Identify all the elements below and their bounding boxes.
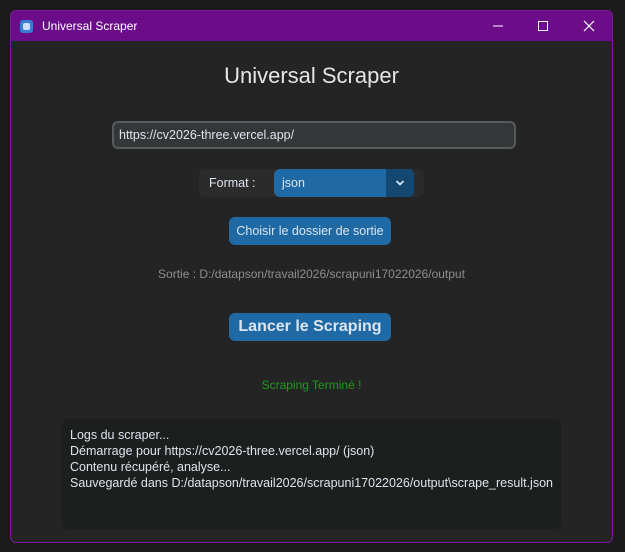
title-bar[interactable]: Universal Scraper: [11, 11, 612, 41]
log-line: Démarrage pour https://cv2026-three.verc…: [70, 444, 375, 458]
format-dropdown[interactable]: json: [274, 169, 414, 197]
logs-textbox[interactable]: Logs du scraper... Démarrage pour https:…: [62, 419, 561, 529]
format-row: Format : json: [199, 169, 424, 197]
log-line: Logs du scraper...: [70, 428, 170, 442]
app-window: Universal Scraper Universal Scraper Form…: [10, 10, 613, 543]
output-path-label: Sortie : D:/datapson/travail2026/scrapun…: [158, 267, 465, 281]
launch-scraping-button[interactable]: Lancer le Scraping: [229, 313, 391, 341]
format-selected-value: json: [282, 176, 305, 190]
page-title: Universal Scraper: [224, 63, 399, 88]
minimize-icon: [493, 25, 503, 27]
status-label: Scraping Terminé !: [261, 378, 362, 392]
close-button[interactable]: [566, 11, 612, 41]
logs-content: Logs du scraper... Démarrage pour https:…: [70, 427, 558, 491]
format-label: Format :: [209, 176, 256, 190]
window-title: Universal Scraper: [42, 19, 138, 33]
app-icon: [20, 19, 33, 33]
log-line: Contenu récupéré, analyse...: [70, 460, 231, 474]
maximize-button[interactable]: [520, 11, 566, 41]
minimize-button[interactable]: [475, 11, 521, 41]
log-line: Sauvegardé dans D:/datapson/travail2026/…: [70, 476, 553, 490]
choose-output-folder-button[interactable]: Choisir le dossier de sortie: [229, 217, 391, 245]
maximize-icon: [538, 21, 548, 31]
url-input[interactable]: [112, 121, 516, 149]
close-icon: [583, 20, 595, 32]
dropdown-arrow-button[interactable]: [386, 169, 414, 197]
chevron-down-icon: [395, 180, 405, 186]
